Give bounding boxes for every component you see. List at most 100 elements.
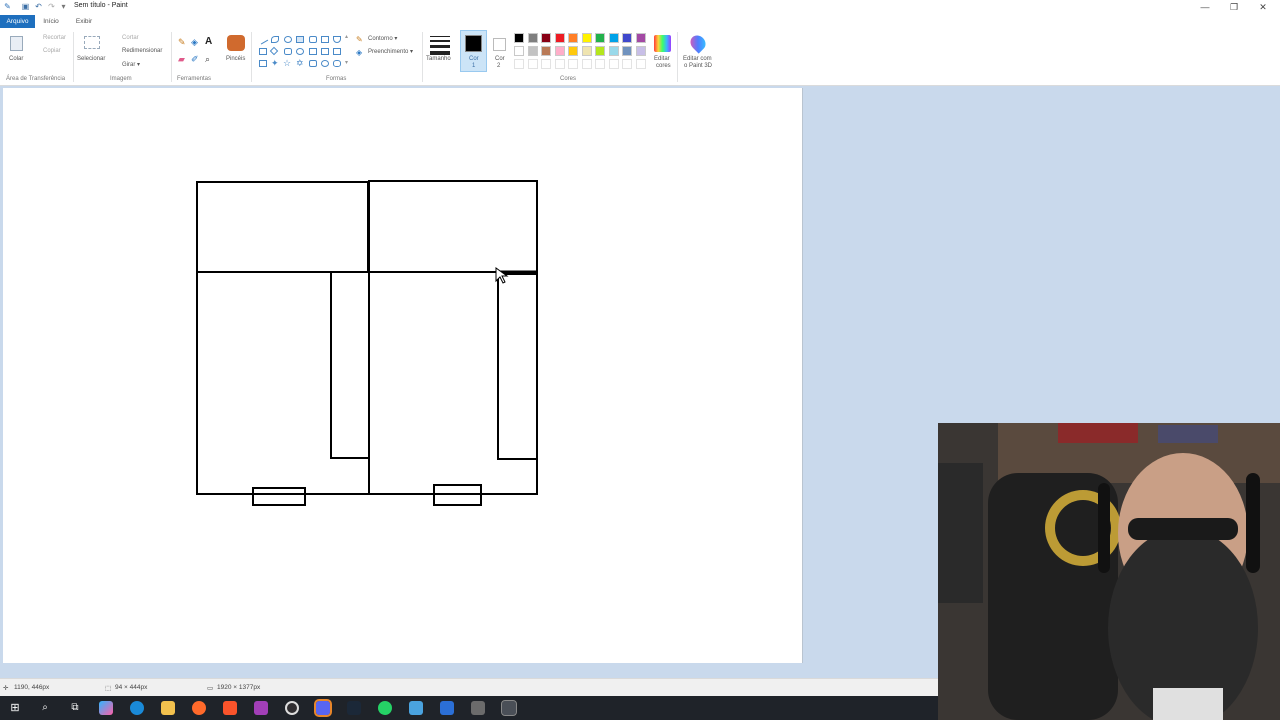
firefox-icon[interactable] xyxy=(192,701,206,715)
diamond-shape-icon[interactable] xyxy=(269,46,279,56)
palette-swatch[interactable] xyxy=(541,33,551,43)
palette-swatch[interactable] xyxy=(581,46,592,56)
star6-shape-icon[interactable]: ✡ xyxy=(296,58,304,69)
app-icon[interactable] xyxy=(254,701,268,715)
task-view-icon[interactable]: ⧉ xyxy=(68,701,82,715)
star5-shape-icon[interactable]: ☆ xyxy=(283,58,291,69)
select-icon[interactable] xyxy=(84,36,100,49)
pentagon-shape-icon[interactable] xyxy=(284,48,292,55)
palette-custom-slot[interactable] xyxy=(635,59,646,69)
palette-swatch[interactable] xyxy=(554,46,565,56)
text-icon[interactable]: A xyxy=(205,36,212,47)
brave-icon[interactable] xyxy=(223,701,237,715)
copilot-icon[interactable] xyxy=(99,701,113,715)
edit-paint3d-line2[interactable]: o Paint 3D xyxy=(684,63,712,69)
whatsapp-icon[interactable] xyxy=(378,701,392,715)
palette-swatch[interactable] xyxy=(622,46,632,56)
palette-swatch[interactable] xyxy=(527,46,538,56)
palette-custom-slot[interactable] xyxy=(554,59,565,69)
fill-button[interactable]: Preenchimento ▾ xyxy=(368,48,413,55)
undo-icon[interactable]: ↶ xyxy=(34,2,43,11)
palette-swatch[interactable] xyxy=(581,33,592,43)
right-triangle-shape-icon[interactable] xyxy=(259,48,267,55)
edit-colors-line1[interactable]: Editar xyxy=(654,56,670,62)
edge-icon[interactable] xyxy=(130,701,144,715)
palette-custom-slot[interactable] xyxy=(608,59,619,69)
pencil-icon[interactable]: ✎ xyxy=(178,37,186,48)
palette-swatch[interactable] xyxy=(554,33,565,43)
callout-oval-shape-icon[interactable] xyxy=(321,60,329,67)
redo-icon[interactable]: ↷ xyxy=(47,2,56,11)
edit-colors-line2[interactable]: cores xyxy=(656,63,671,69)
minimize-button[interactable]: — xyxy=(1198,1,1212,13)
callout-rect-shape-icon[interactable] xyxy=(309,60,317,67)
paste-button[interactable]: Colar xyxy=(9,56,23,62)
palette-swatch[interactable] xyxy=(514,46,524,56)
discord-icon[interactable] xyxy=(314,699,332,717)
maximize-button[interactable]: ❐ xyxy=(1227,1,1241,13)
palette-swatch[interactable] xyxy=(622,33,632,43)
fill-icon[interactable]: ◈ xyxy=(191,37,198,48)
windows-start-icon[interactable]: ⊞ xyxy=(8,701,22,715)
palette-swatch[interactable] xyxy=(568,33,578,43)
palette-custom-slot[interactable] xyxy=(568,59,578,69)
customize-quick-access-icon[interactable]: ▾ xyxy=(59,2,68,11)
edit-colors-icon[interactable] xyxy=(654,35,671,52)
palette-swatch[interactable] xyxy=(608,46,619,56)
rounded-rectangle-shape-icon[interactable] xyxy=(309,36,317,43)
palette-custom-slot[interactable] xyxy=(595,59,605,69)
callout-cloud-shape-icon[interactable] xyxy=(333,60,341,67)
oval-shape-icon[interactable] xyxy=(284,36,292,43)
magnifier-icon[interactable]: ⌕ xyxy=(205,54,210,65)
brushes-button[interactable]: Pincéis xyxy=(226,56,245,62)
tab-exibir[interactable]: Exibir xyxy=(71,15,97,28)
outline-button[interactable]: Contorno ▾ xyxy=(368,35,397,42)
paste-icon[interactable] xyxy=(10,36,23,51)
rotate-button[interactable]: Girar ▾ xyxy=(122,61,140,68)
palette-swatch[interactable] xyxy=(541,46,551,56)
edit-paint3d-line1[interactable]: Editar com xyxy=(683,56,712,62)
app-icon-3[interactable] xyxy=(440,701,454,715)
palette-swatch[interactable] xyxy=(514,33,524,43)
file-explorer-icon[interactable] xyxy=(161,701,175,715)
palette-custom-slot[interactable] xyxy=(541,59,551,69)
paint3d-icon[interactable] xyxy=(687,32,709,54)
paint-icon[interactable] xyxy=(501,700,517,716)
palette-swatch[interactable] xyxy=(635,33,646,43)
palette-swatch[interactable] xyxy=(595,33,605,43)
down-arrow-shape-icon[interactable] xyxy=(259,60,267,67)
palette-custom-slot[interactable] xyxy=(581,59,592,69)
palette-swatch[interactable] xyxy=(568,46,578,56)
calculator-icon[interactable] xyxy=(471,701,485,715)
star4-shape-icon[interactable]: ✦ xyxy=(271,58,279,69)
palette-swatch[interactable] xyxy=(527,33,538,43)
save-icon[interactable]: ▣ xyxy=(21,2,30,11)
palette-custom-slot[interactable] xyxy=(514,59,524,69)
palette-custom-slot[interactable] xyxy=(622,59,632,69)
curve-shape-icon[interactable] xyxy=(271,36,279,43)
line-shape-icon[interactable] xyxy=(257,34,269,45)
size-icon[interactable] xyxy=(430,36,450,55)
palette-custom-slot[interactable] xyxy=(527,59,538,69)
hexagon-shape-icon[interactable] xyxy=(296,48,304,55)
left-arrow-shape-icon[interactable] xyxy=(321,48,329,55)
select-button[interactable]: Selecionar xyxy=(77,56,105,62)
steam-icon[interactable] xyxy=(347,701,361,715)
eraser-icon[interactable]: ▰ xyxy=(178,54,185,65)
brushes-icon[interactable] xyxy=(227,35,245,51)
right-arrow-shape-icon[interactable] xyxy=(309,48,317,55)
rectangle-shape-icon[interactable] xyxy=(296,36,304,43)
resize-button[interactable]: Redimensionar xyxy=(122,48,162,54)
tab-arquivo[interactable]: Arquivo xyxy=(0,15,35,28)
palette-swatch[interactable] xyxy=(595,46,605,56)
color-picker-icon[interactable]: ✐ xyxy=(191,54,199,65)
drawing-canvas[interactable] xyxy=(3,88,803,663)
polygon-shape-icon[interactable] xyxy=(321,36,329,43)
copy-button[interactable]: Copiar xyxy=(43,48,61,54)
crop-button[interactable]: Cortar xyxy=(122,35,139,41)
palette-swatch[interactable] xyxy=(635,46,646,56)
close-button[interactable]: ✕ xyxy=(1256,1,1270,13)
size-button[interactable]: Tamanho xyxy=(426,56,451,62)
obs-icon[interactable] xyxy=(285,701,299,715)
shapes-more-icon[interactable]: ▾ xyxy=(345,59,348,66)
